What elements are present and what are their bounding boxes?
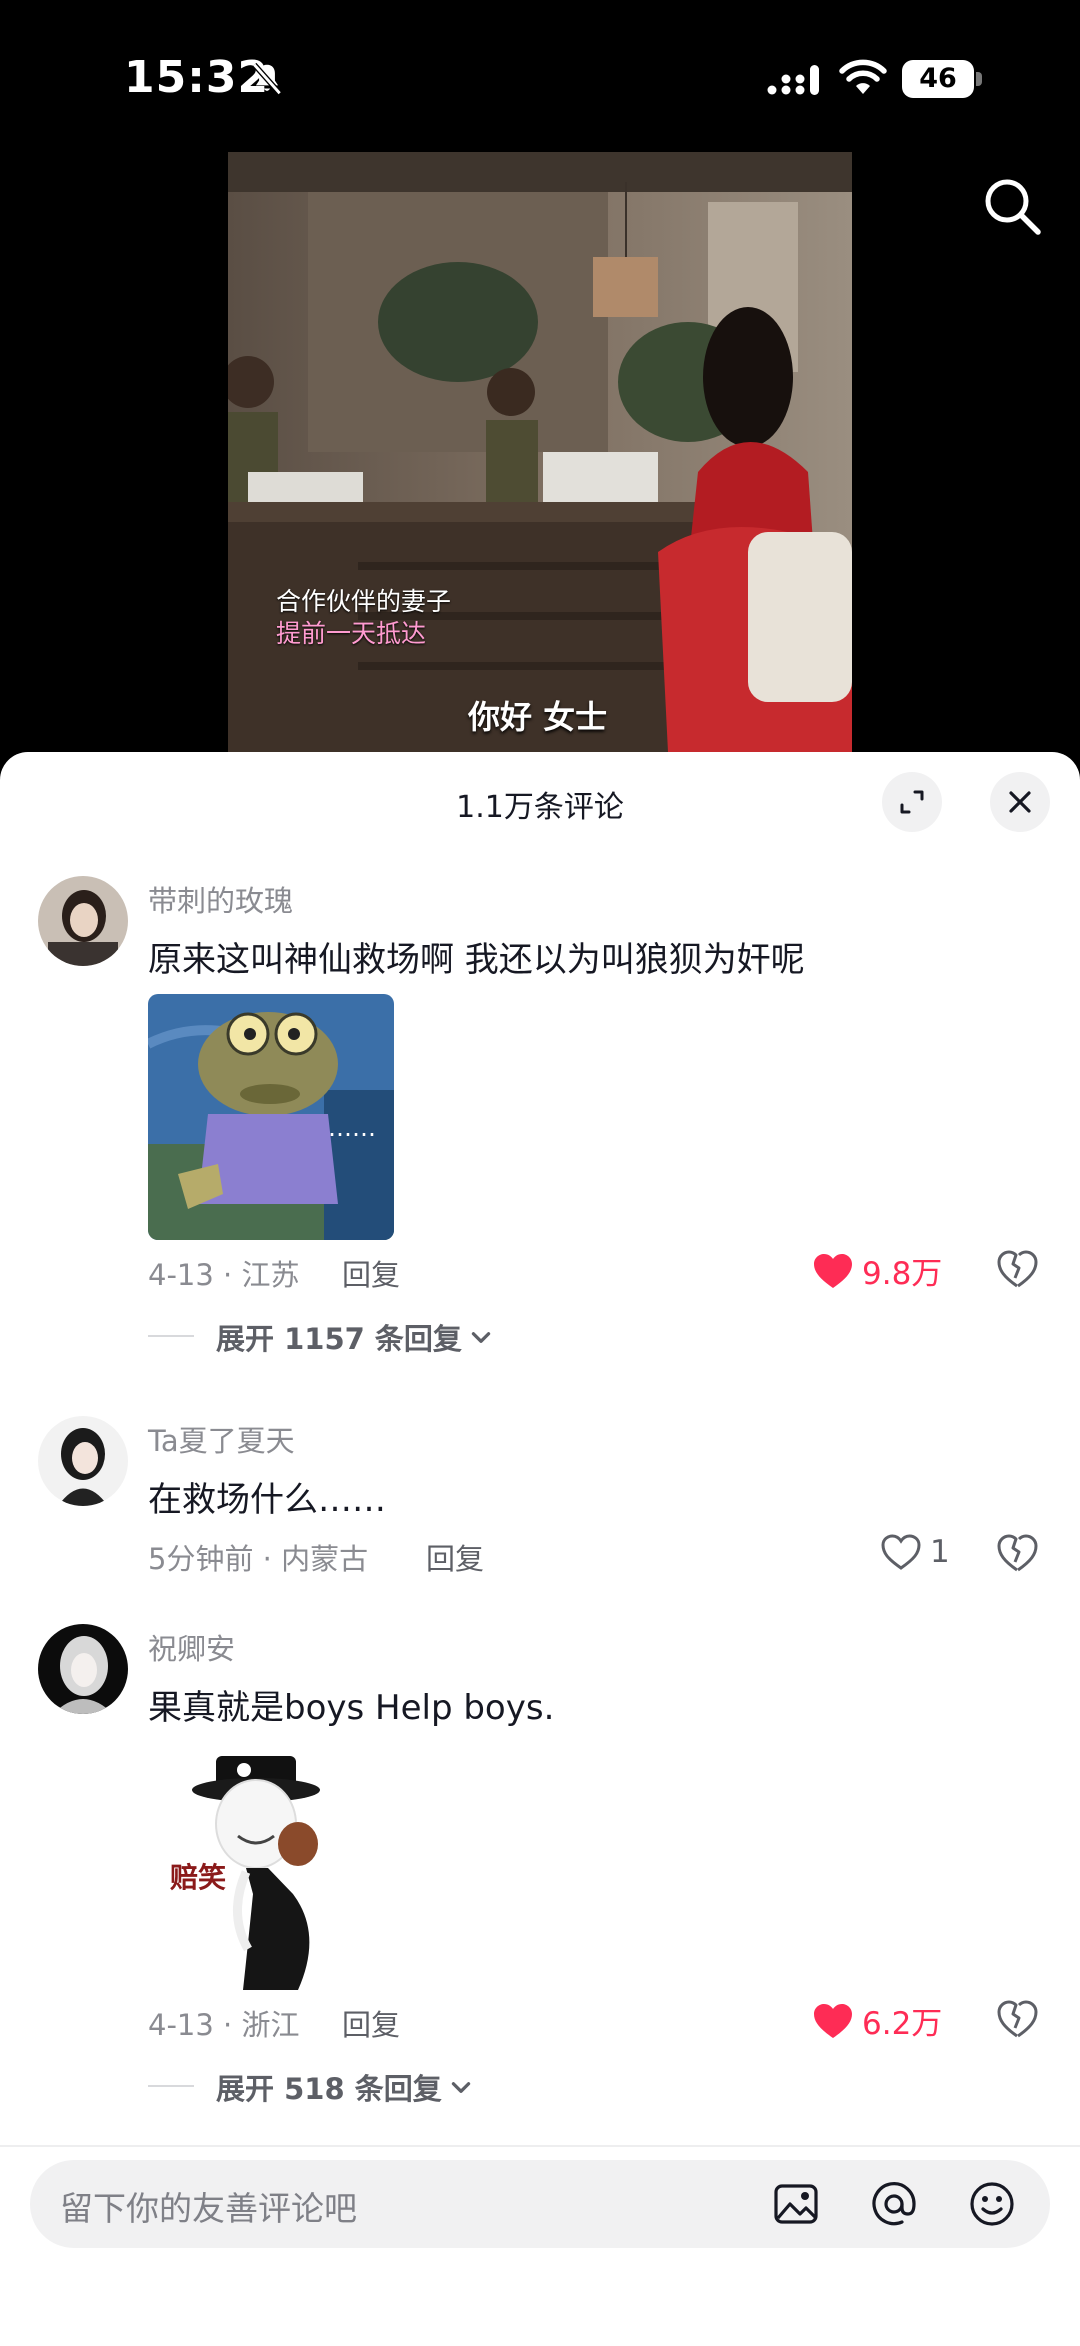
comment-text: 果真就是boys Help boys. [148, 1688, 555, 1728]
comment-text: 在救场什么…… [148, 1480, 386, 1520]
expand-replies-button[interactable]: 展开 1157 条回复 [216, 1316, 494, 1358]
avatar[interactable] [38, 876, 128, 966]
comment-username[interactable]: Ta夏了夏天 [148, 1418, 295, 1460]
comment-username[interactable]: 带刺的玫瑰 [148, 878, 293, 920]
comment-meta: 4-13 · 江苏 [148, 1258, 300, 1292]
expand-icon [900, 790, 924, 814]
like-button[interactable]: 9.8万 [812, 1248, 942, 1293]
dislike-heart-icon[interactable] [996, 1248, 1038, 1290]
reply-button[interactable]: 回复 [342, 2002, 400, 2044]
battery-level: 46 [902, 60, 974, 98]
video-caption: 你好 女士 [468, 698, 608, 736]
avatar[interactable] [38, 1624, 128, 1714]
comment-text: 原来这叫神仙救场啊 我还以为叫狼狈为奸呢 [148, 940, 805, 980]
sticker-caption: 赔笑 [170, 1861, 227, 1894]
image-icon[interactable] [770, 2178, 822, 2230]
chevron-down-icon [451, 2082, 470, 2093]
signal-icon [767, 65, 819, 95]
comment-meta: 4-13 · 浙江 [148, 2008, 300, 2042]
avatar[interactable] [38, 1416, 128, 1506]
like-button[interactable]: 6.2万 [812, 1998, 942, 2043]
chevron-down-icon [471, 1332, 491, 1343]
heart-filled-icon [814, 2003, 852, 2038]
status-bar: 15:32 46 [0, 0, 1080, 150]
dislike-heart-icon[interactable] [996, 1532, 1038, 1574]
like-button[interactable]: 1 [880, 1532, 950, 1572]
subtitle-line-2: 提前一天抵达 [276, 619, 427, 648]
comment-username[interactable]: 祝卿安 [148, 1626, 235, 1668]
reply-button[interactable]: 回复 [426, 1536, 484, 1578]
heart-outline-icon [881, 1534, 921, 1570]
mention-icon[interactable] [868, 2178, 920, 2230]
subtitle-line-1: 合作伙伴的妻子 [276, 587, 452, 616]
search-icon[interactable] [980, 174, 1044, 238]
like-count: 1 [930, 1534, 950, 1570]
close-button[interactable] [990, 772, 1050, 832]
comment-sticker-image[interactable]: 赔笑 [148, 1744, 394, 1990]
expand-replies-button[interactable]: 展开 518 条回复 [216, 2066, 474, 2108]
like-count: 9.8万 [862, 1256, 943, 1292]
input-divider [0, 2145, 1080, 2147]
like-count: 6.2万 [862, 2006, 943, 2042]
sticker-caption: …… [328, 1114, 376, 1142]
heart-filled-icon [814, 1253, 852, 1288]
wifi-icon [839, 59, 887, 94]
comment-meta: 5分钟前 · 内蒙古 [148, 1542, 369, 1576]
expand-button[interactable] [882, 772, 942, 832]
emoji-icon[interactable] [966, 2178, 1018, 2230]
bell-muted-icon [252, 62, 282, 96]
comment-sticker-image[interactable]: …… [148, 994, 394, 1240]
reply-button[interactable]: 回复 [342, 1252, 400, 1294]
battery-icon: 46 [902, 60, 982, 98]
comment-input-placeholder: 留下你的友善评论吧 [60, 2189, 357, 2228]
comment-input[interactable]: 留下你的友善评论吧 [30, 2160, 1050, 2248]
dislike-heart-icon[interactable] [996, 1998, 1038, 2040]
video-player[interactable]: 合作伙伴的妻子 提前一天抵达 你好 女士 [228, 152, 852, 752]
close-icon [1009, 791, 1031, 813]
video-frame [228, 152, 852, 752]
